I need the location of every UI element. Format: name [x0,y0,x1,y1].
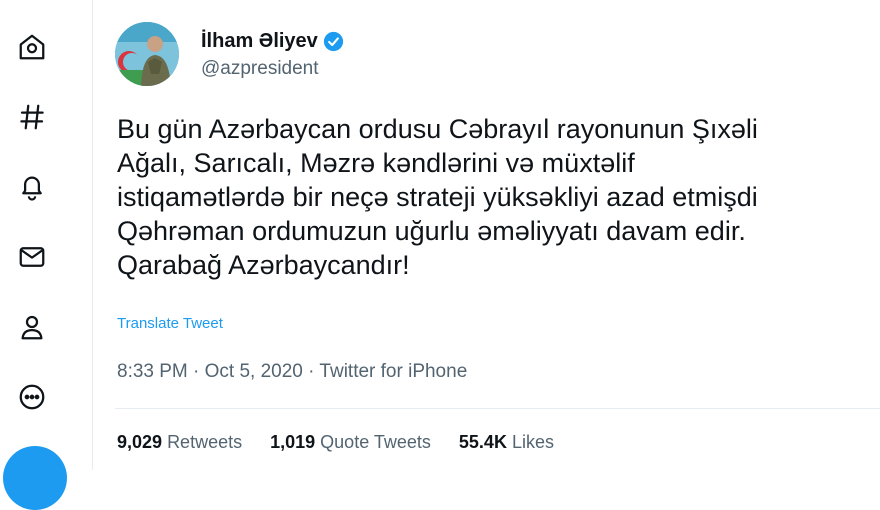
tweet-text: Bu gün Azərbaycan ordusu Cəbrayıl rayonu… [117,112,880,282]
translate-tweet-link[interactable]: Translate Tweet [117,315,223,332]
tweet-text-line: Bu gün Azərbaycan ordusu Cəbrayıl rayonu… [117,114,758,144]
messages-mail-icon[interactable] [12,237,52,277]
likes-label: Likes [511,432,554,452]
tweet-text-line: Qarabağ Azərbaycandır! [117,250,410,280]
retweets-count: 9,029 [117,432,163,452]
quote-tweets-count: 1,019 [270,432,316,452]
profile-user-icon[interactable] [12,307,52,347]
quote-tweets-label: Quote Tweets [320,432,431,452]
retweets-label: Retweets [167,432,243,452]
quote-tweets-stat[interactable]: 1,019 Quote Tweets [270,432,431,453]
author-handle[interactable]: @azpresident [201,58,319,80]
tweet-timestamp[interactable]: 8:33 PM · Oct 5, 2020 · Twitter for iPho… [117,361,467,383]
retweets-stat[interactable]: 9,029 Retweets [117,432,242,453]
avatar-portrait-image [115,22,179,86]
author-name[interactable]: İlham Əliyev [201,30,318,53]
explore-hashtag-icon[interactable] [12,97,52,137]
tweet-text-line: Ağalı, Sarıcalı, Məzrə kəndlərini və müx… [117,148,635,178]
tweet-text-line: istiqamətlərdə bir neçə strateji yüksəkl… [117,182,758,212]
divider [115,408,880,409]
home-icon[interactable] [12,27,52,67]
compose-tweet-button[interactable] [3,446,67,510]
tweet-stats: 9,029 Retweets 1,019 Quote Tweets 55.4K … [117,432,582,453]
verified-badge-icon [323,31,343,52]
likes-stat[interactable]: 55.4K Likes [459,432,554,453]
tweet: İlham Əliyev @azpresident Bu gün Azərbay… [93,0,880,470]
likes-count: 55.4K [458,432,507,452]
tweet-text-line: Qəhrəman ordumuzun uğurlu əməliyyatı dav… [117,216,746,246]
more-ellipsis-icon[interactable] [12,377,52,417]
notifications-bell-icon[interactable] [12,167,52,207]
nav-rail [0,0,93,510]
avatar[interactable] [115,22,179,86]
author-name-row: İlham Əliyev [201,30,344,53]
